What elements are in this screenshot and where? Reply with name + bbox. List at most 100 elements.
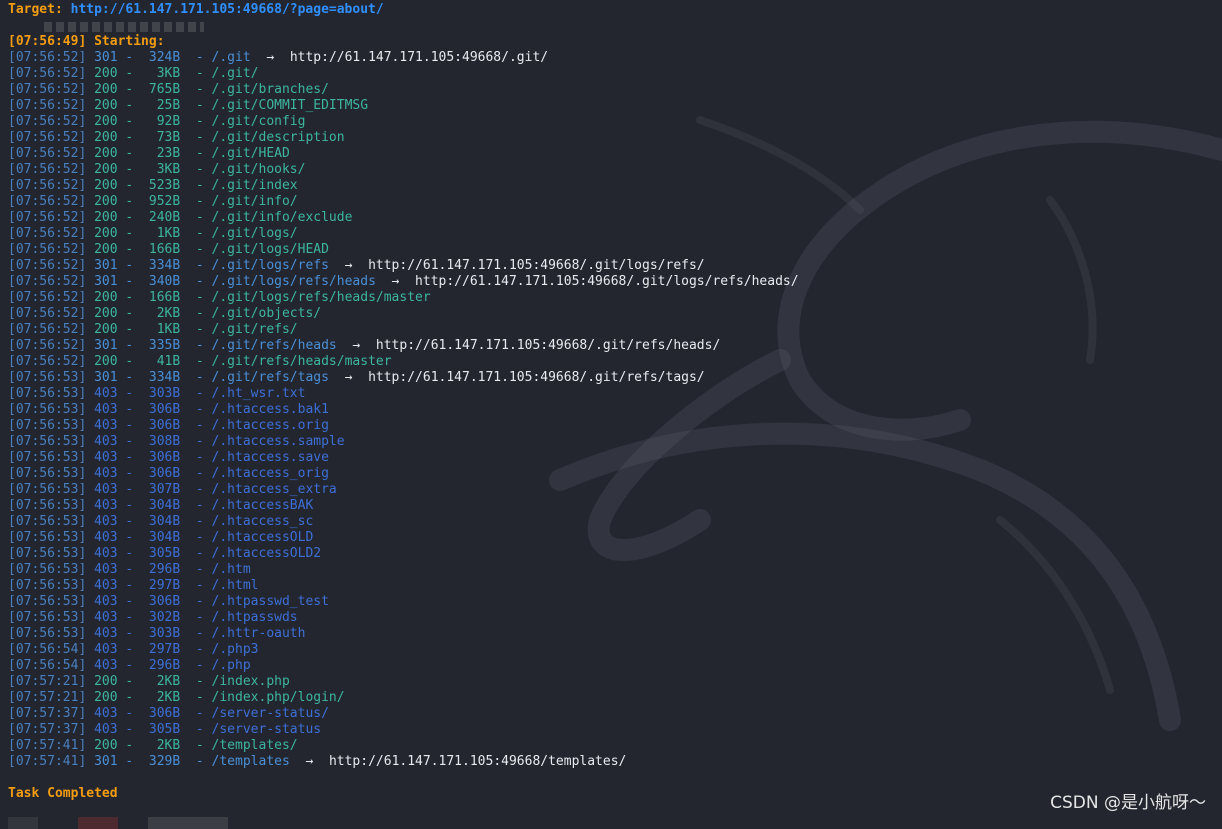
redirect-arrow-icon: → <box>328 370 369 385</box>
response-size: 1KB <box>141 322 181 337</box>
result-row: [07:56:52] 200 - 41B - /.git/refs/heads/… <box>8 354 392 369</box>
timestamp: [07:56:53] <box>8 402 87 417</box>
path: /.httr-oauth <box>211 626 306 641</box>
result-row: [07:56:53] 403 - 303B - /.ht_wsr.txt <box>8 386 306 401</box>
timestamp: [07:56:52] <box>8 50 87 65</box>
path: /templates/ <box>211 738 298 753</box>
timestamp: [07:56:54] <box>8 642 87 657</box>
response-size: 166B <box>141 242 181 257</box>
response-size: 523B <box>141 178 181 193</box>
timestamp: [07:56:52] <box>8 258 87 273</box>
timestamp: [07:56:52] <box>8 98 87 113</box>
result-row: [07:56:52] 301 - 324B - /.git → http://6… <box>8 50 549 65</box>
response-size: 329B <box>141 754 181 769</box>
result-row: [07:57:21] 200 - 2KB - /index.php <box>8 674 290 689</box>
result-row: [07:56:53] 301 - 334B - /.git/refs/tags … <box>8 370 705 385</box>
response-size: 306B <box>141 594 181 609</box>
timestamp: [07:56:52] <box>8 242 87 257</box>
response-size: 2KB <box>141 738 181 753</box>
status-code: 200 <box>94 674 118 689</box>
path: /.git/index <box>211 178 298 193</box>
status-code: 403 <box>94 434 118 449</box>
response-size: 296B <box>141 658 181 673</box>
path: /.git/branches/ <box>211 82 329 97</box>
path: /.git/hooks/ <box>211 162 306 177</box>
starting-line: [07:56:49] Starting: <box>8 34 165 49</box>
timestamp: [07:56:53] <box>8 514 87 529</box>
result-row: [07:56:52] 200 - 166B - /.git/logs/refs/… <box>8 290 431 305</box>
response-size: 3KB <box>141 162 181 177</box>
status-code: 200 <box>94 178 118 193</box>
timestamp: [07:56:52] <box>8 226 87 241</box>
response-size: 2KB <box>141 306 181 321</box>
response-size: 304B <box>141 530 181 545</box>
response-size: 23B <box>141 146 181 161</box>
path: /.htaccessOLD <box>211 530 314 545</box>
status-code: 200 <box>94 98 118 113</box>
redirect-arrow-icon: → <box>336 338 376 353</box>
status-code: 403 <box>94 514 118 529</box>
timestamp: [07:56:52] <box>8 338 87 353</box>
response-size: 303B <box>141 626 181 641</box>
status-code: 200 <box>94 242 118 257</box>
timestamp: [07:56:53] <box>8 434 87 449</box>
status-code: 403 <box>94 562 118 577</box>
status-code: 403 <box>94 642 118 657</box>
path: /.git/logs/refs/heads <box>211 274 376 289</box>
timestamp: [07:56:52] <box>8 354 87 369</box>
path: /templates <box>211 754 290 769</box>
timestamp: [07:56:53] <box>8 418 87 433</box>
result-row: [07:56:52] 200 - 3KB - /.git/hooks/ <box>8 162 306 177</box>
timestamp: [07:57:41] <box>8 738 87 753</box>
path: /.git/ <box>211 66 259 81</box>
response-size: 306B <box>141 706 181 721</box>
redirect-arrow-icon: → <box>328 258 369 273</box>
path: /server-status/ <box>211 706 329 721</box>
result-row: [07:56:53] 403 - 303B - /.httr-oauth <box>8 626 306 641</box>
response-size: 92B <box>141 114 181 129</box>
timestamp: [07:56:52] <box>8 322 87 337</box>
status-code: 200 <box>94 210 118 225</box>
path: /.htaccess_orig <box>211 466 329 481</box>
response-size: 41B <box>141 354 181 369</box>
response-size: 324B <box>141 50 181 65</box>
timestamp: [07:56:53] <box>8 530 87 545</box>
target-url: http://61.147.171.105:49668/?page=about/ <box>70 2 384 17</box>
timestamp: [07:57:21] <box>8 690 87 705</box>
status-code: 200 <box>94 690 118 705</box>
path: /.git/COMMIT_EDITMSG <box>211 98 369 113</box>
timestamp: [07:57:37] <box>8 722 87 737</box>
path: /.htaccessOLD2 <box>211 546 322 561</box>
result-row: [07:56:53] 403 - 296B - /.htm <box>8 562 251 577</box>
status-code: 403 <box>94 594 118 609</box>
result-row: [07:56:53] 403 - 307B - /.htaccess_extra <box>8 482 337 497</box>
response-size: 304B <box>141 498 181 513</box>
status-code: 403 <box>94 450 118 465</box>
path: /.git/description <box>211 130 345 145</box>
status-code: 301 <box>94 754 118 769</box>
path: /.git/HEAD <box>211 146 290 161</box>
status-code: 403 <box>94 418 118 433</box>
result-row: [07:56:54] 403 - 297B - /.php3 <box>8 642 259 657</box>
redirect-url: http://61.147.171.105:49668/.git/refs/he… <box>375 338 721 353</box>
path: /.git/logs/HEAD <box>211 242 329 257</box>
timestamp: [07:56:53] <box>8 562 87 577</box>
result-row: [07:56:52] 301 - 340B - /.git/logs/refs/… <box>8 274 799 289</box>
result-row: [07:57:21] 200 - 2KB - /index.php/login/ <box>8 690 345 705</box>
result-row: [07:57:37] 403 - 305B - /server-status <box>8 722 322 737</box>
timestamp: [07:57:21] <box>8 674 87 689</box>
result-row: [07:56:54] 403 - 296B - /.php <box>8 658 251 673</box>
result-row: [07:56:53] 403 - 306B - /.htaccess.bak1 <box>8 402 329 417</box>
status-code: 301 <box>94 50 118 65</box>
timestamp: [07:57:41] <box>8 754 87 769</box>
status-code: 301 <box>94 370 118 385</box>
response-size: 2KB <box>141 674 181 689</box>
response-size: 334B <box>141 370 181 385</box>
result-row: [07:56:53] 403 - 304B - /.htaccessOLD <box>8 530 314 545</box>
status-code: 200 <box>94 306 118 321</box>
path: /.git <box>211 50 251 65</box>
result-row: [07:56:52] 200 - 92B - /.git/config <box>8 114 306 129</box>
timestamp: [07:56:53] <box>8 610 87 625</box>
result-row: [07:56:52] 200 - 73B - /.git/description <box>8 130 345 145</box>
